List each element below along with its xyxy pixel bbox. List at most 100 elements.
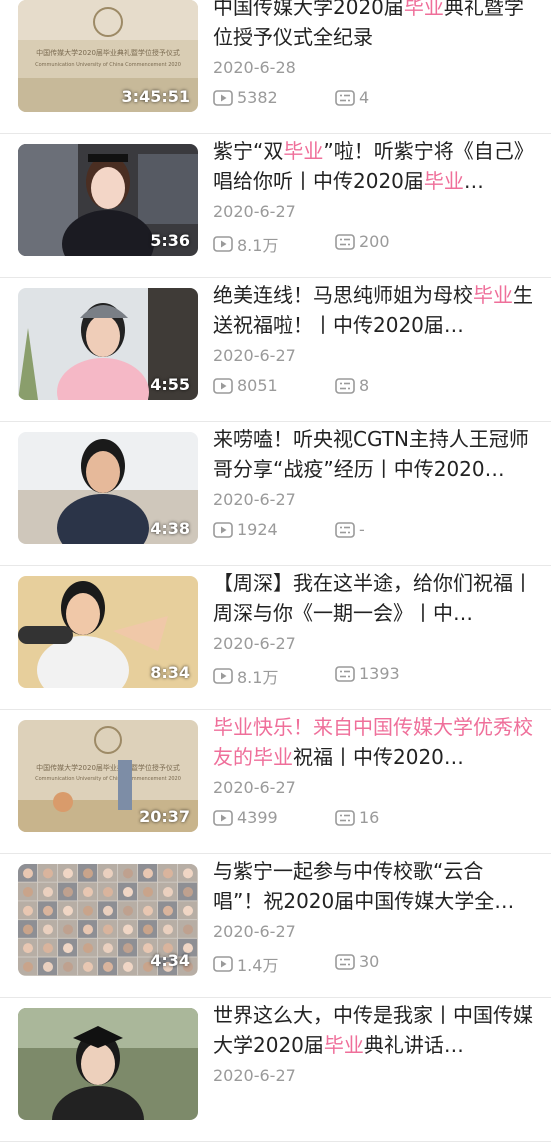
- video-title[interactable]: 毕业快乐！来自中国传媒大学优秀校友的毕业祝福丨中传2020…: [213, 712, 533, 772]
- danmaku-icon: [335, 809, 355, 826]
- view-count-text: 4399: [237, 808, 278, 827]
- danmaku-icon: [335, 665, 355, 682]
- title-highlight: 毕业: [323, 1033, 364, 1057]
- view-count-text: 5382: [237, 88, 278, 107]
- title-highlight: 毕业: [423, 169, 464, 193]
- svg-text:Communication University of Ch: Communication University of China Commen…: [35, 776, 181, 782]
- view-count-text: 1.4万: [237, 956, 279, 975]
- title-segment: 紫宁“双: [213, 139, 284, 163]
- title-segment: 来唠嗑！听央视CGTN主持人王冠师哥分享“战疫”经历丨中传2020…: [213, 427, 529, 481]
- publish-date: 2020-6-27: [213, 1066, 296, 1085]
- video-title[interactable]: 绝美连线！马思纯师姐为母校毕业生送祝福啦！丨中传2020届…: [213, 280, 533, 340]
- video-thumbnail[interactable]: 中国传媒大学2020届毕业典礼暨学位授予仪式 Communication Uni…: [18, 0, 198, 112]
- title-segment: 祝福丨中传2020…: [293, 745, 464, 769]
- video-list-item[interactable]: 中国传媒大学2020届毕业典礼暨学位授予仪式 Communication Uni…: [0, 710, 551, 854]
- video-thumbnail[interactable]: 5:36: [18, 144, 198, 256]
- danmaku-icon: [335, 89, 355, 106]
- video-title[interactable]: 中国传媒大学2020届毕业典礼暨学位授予仪式全纪录: [213, 0, 533, 52]
- video-stats: 1.4万 30: [213, 952, 533, 975]
- play-count-icon: [213, 668, 233, 684]
- video-list-item[interactable]: 世界这么大，中传是我家丨中国传媒大学2020届毕业典礼讲话… 2020-6-27: [0, 998, 551, 1142]
- video-stats: 5382 4: [213, 88, 533, 108]
- danmaku-count-text: 200: [359, 232, 390, 251]
- title-segment: 中国传媒大学2020届: [213, 0, 404, 19]
- danmaku-count: 4: [335, 88, 369, 107]
- play-count-icon: [213, 956, 233, 972]
- publish-date: 2020-6-27: [213, 634, 296, 653]
- video-thumbnail[interactable]: 8:34: [18, 576, 198, 688]
- svg-text:中国传媒大学2020届毕业典礼暨学位授予仪式: 中国传媒大学2020届毕业典礼暨学位授予仪式: [36, 48, 180, 57]
- view-count: 8.1万: [213, 232, 278, 256]
- video-title[interactable]: 来唠嗑！听央视CGTN主持人王冠师哥分享“战疫”经历丨中传2020…: [213, 424, 533, 484]
- play-count-icon: [213, 89, 233, 106]
- danmaku-icon: [335, 377, 355, 394]
- video-duration: 4:34: [150, 951, 190, 970]
- publish-date: 2020-6-27: [213, 202, 296, 221]
- video-list-item[interactable]: 4:38 来唠嗑！听央视CGTN主持人王冠师哥分享“战疫”经历丨中传2020… …: [0, 422, 551, 566]
- video-duration: 20:37: [139, 807, 190, 826]
- video-list-item[interactable]: 5:36 紫宁“双毕业”啦！听紫宁将《自己》唱给你听丨中传2020届毕业… 20…: [0, 134, 551, 278]
- view-count: 8.1万: [213, 664, 278, 688]
- view-count: 8051: [213, 376, 278, 395]
- title-highlight: 毕业: [283, 139, 324, 163]
- title-segment: 【周深】我在这半途，给你们祝福丨周深与你《一期一会》丨中…: [213, 571, 533, 625]
- danmaku-count-text: 16: [359, 808, 380, 827]
- title-segment: 与紫宁一起参与中传校歌“云合唱”！祝2020届中国传媒大学全…: [213, 859, 515, 913]
- danmaku-count-text: 1393: [359, 664, 400, 683]
- danmaku-count: -: [335, 520, 365, 539]
- video-stats: 8051 8: [213, 376, 533, 396]
- video-stats: 8.1万 1393: [213, 664, 533, 687]
- video-thumbnail[interactable]: [18, 1008, 198, 1120]
- video-thumbnail[interactable]: 4:38: [18, 432, 198, 544]
- view-count: 4399: [213, 808, 278, 827]
- svg-text:中国传媒大学2020届毕业典礼暨学位授予仪式: 中国传媒大学2020届毕业典礼暨学位授予仪式: [36, 763, 180, 772]
- publish-date: 2020-6-28: [213, 58, 296, 77]
- title-highlight: 毕业: [473, 283, 513, 307]
- view-count: 1.4万: [213, 952, 278, 976]
- thumbnail-image: [18, 1008, 198, 1120]
- video-duration: 3:45:51: [121, 87, 190, 106]
- danmaku-count-text: 8: [359, 376, 370, 395]
- danmaku-icon: [335, 953, 355, 970]
- video-list-item[interactable]: 4:34 与紫宁一起参与中传校歌“云合唱”！祝2020届中国传媒大学全… 202…: [0, 854, 551, 998]
- publish-date: 2020-6-27: [213, 922, 296, 941]
- video-title[interactable]: 紫宁“双毕业”啦！听紫宁将《自己》唱给你听丨中传2020届毕业…: [213, 136, 533, 196]
- danmaku-count: 1393: [335, 664, 400, 683]
- view-count-text: 8051: [237, 376, 278, 395]
- video-thumbnail[interactable]: 中国传媒大学2020届毕业典礼暨学位授予仪式 Communication Uni…: [18, 720, 198, 832]
- video-title[interactable]: 与紫宁一起参与中传校歌“云合唱”！祝2020届中国传媒大学全…: [213, 856, 533, 916]
- video-stats: 4399 16: [213, 808, 533, 828]
- play-count-icon: [213, 377, 233, 394]
- view-count: 1924: [213, 520, 278, 539]
- play-count-icon: [213, 521, 233, 538]
- title-segment: 绝美连线！马思纯师姐为母校: [213, 283, 473, 307]
- video-thumbnail[interactable]: 4:55: [18, 288, 198, 400]
- video-stats: 1924 -: [213, 520, 533, 540]
- svg-text:Communication University of Ch: Communication University of China Commen…: [35, 62, 181, 68]
- danmaku-count-text: 4: [359, 88, 370, 107]
- video-title[interactable]: 世界这么大，中传是我家丨中国传媒大学2020届毕业典礼讲话…: [213, 1000, 533, 1060]
- video-list-item[interactable]: 8:34 【周深】我在这半途，给你们祝福丨周深与你《一期一会》丨中… 2020-…: [0, 566, 551, 710]
- danmaku-icon: [335, 233, 355, 250]
- danmaku-count: 200: [335, 232, 390, 251]
- publish-date: 2020-6-27: [213, 346, 296, 365]
- danmaku-count-text: 30: [359, 952, 380, 971]
- view-count-text: 8.1万: [237, 236, 279, 255]
- video-list-item[interactable]: 4:55 绝美连线！马思纯师姐为母校毕业生送祝福啦！丨中传2020届… 2020…: [0, 278, 551, 422]
- thumbnail-svg: [18, 1008, 198, 1120]
- video-duration: 8:34: [150, 663, 190, 682]
- danmaku-count-text: -: [359, 520, 365, 539]
- video-duration: 4:55: [150, 375, 190, 394]
- video-stats: 8.1万 200: [213, 232, 533, 255]
- danmaku-count: 8: [335, 376, 369, 395]
- video-thumbnail[interactable]: 4:34: [18, 864, 198, 976]
- title-highlight: 毕业: [403, 0, 444, 19]
- video-list-item[interactable]: 中国传媒大学2020届毕业典礼暨学位授予仪式 Communication Uni…: [0, 0, 551, 134]
- video-duration: 5:36: [150, 231, 190, 250]
- title-segment: …: [463, 169, 484, 193]
- danmaku-count: 30: [335, 952, 379, 971]
- danmaku-count: 16: [335, 808, 379, 827]
- publish-date: 2020-6-27: [213, 490, 296, 509]
- play-count-icon: [213, 236, 233, 252]
- video-title[interactable]: 【周深】我在这半途，给你们祝福丨周深与你《一期一会》丨中…: [213, 568, 533, 628]
